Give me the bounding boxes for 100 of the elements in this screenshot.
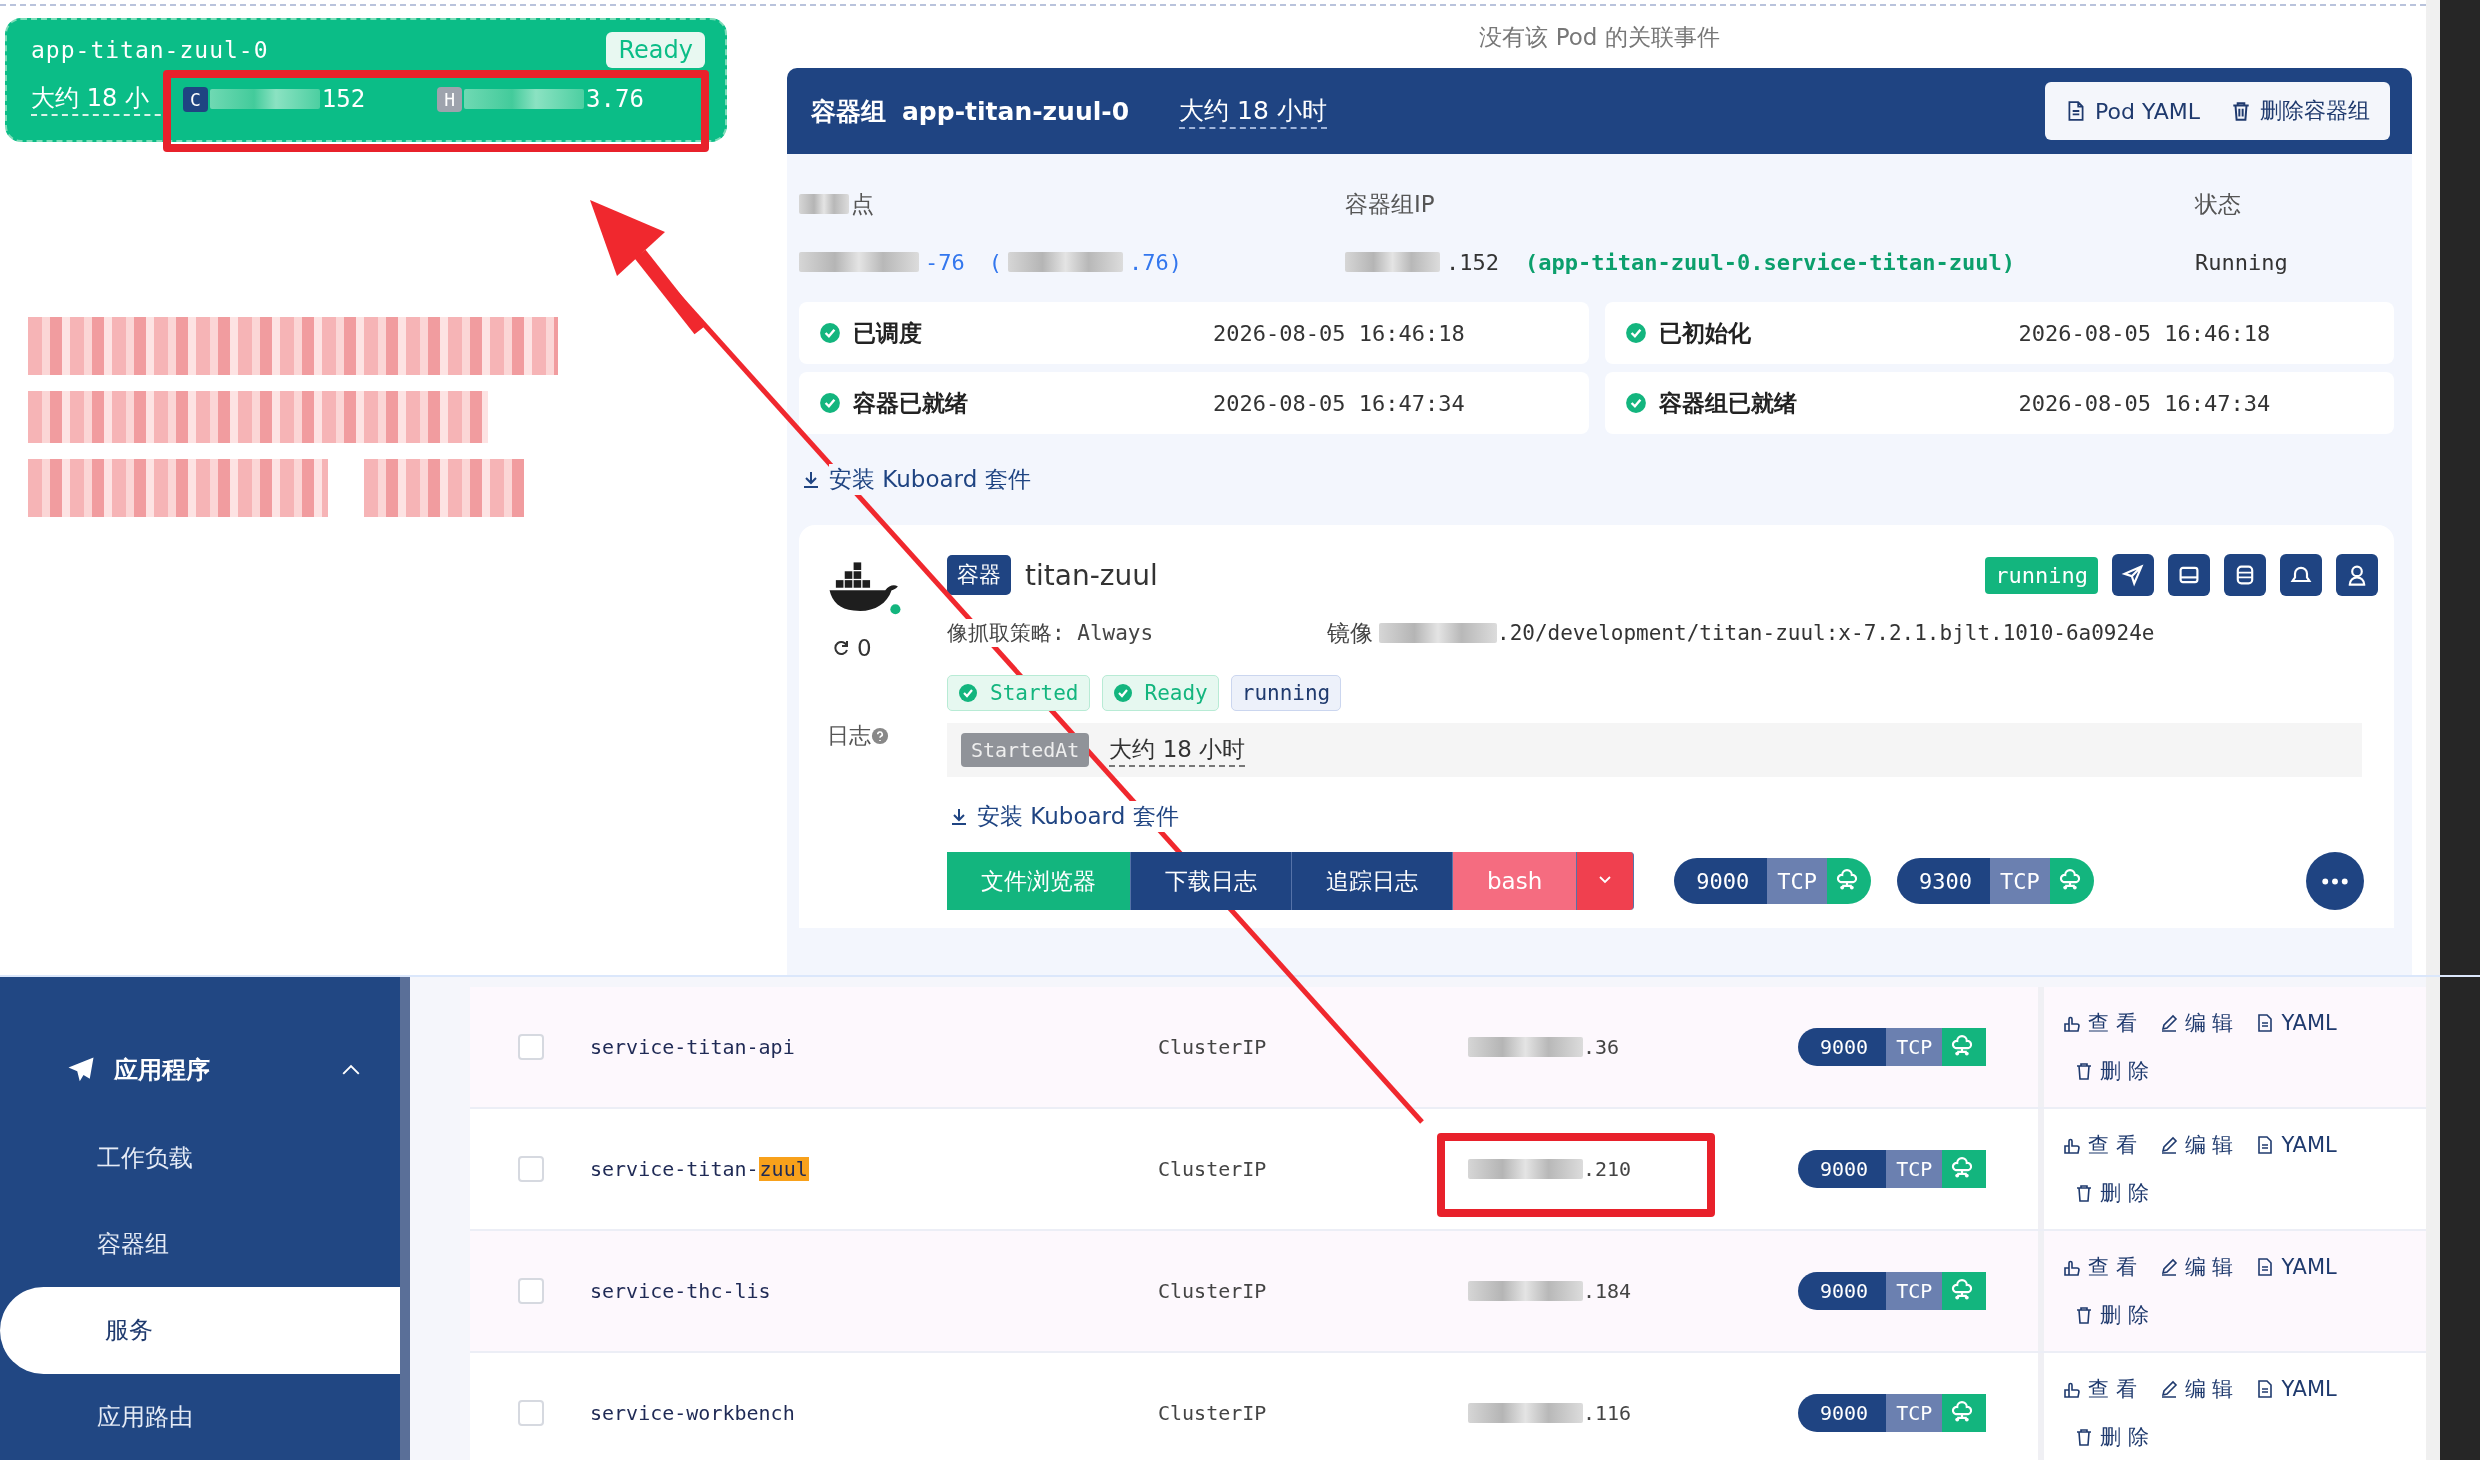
sidebar-item[interactable]: 服务 [0, 1287, 400, 1374]
row-action-link[interactable]: YAML [2255, 1009, 2337, 1037]
action-button[interactable]: 下载日志 [1131, 852, 1292, 910]
sidebar-group[interactable]: 应用程序 [0, 1026, 400, 1115]
container-ip-tag: C [183, 86, 208, 112]
host-ip-tag: H [437, 86, 463, 112]
status-tag: Ready [606, 32, 705, 68]
header-button[interactable]: 删除容器组 [2220, 88, 2380, 134]
started-tag: StartedAt [961, 733, 1090, 767]
table-cell: ClusterIP [1158, 1279, 1267, 1303]
row-action-link[interactable]: YAML [2255, 1253, 2337, 1281]
ip-text: 3.76 [586, 85, 644, 113]
row-checkbox[interactable] [518, 1400, 544, 1426]
container-kind-tag: 容器 [947, 555, 1011, 595]
table-cell: ClusterIP [1158, 1157, 1267, 1181]
row-action-link[interactable]: 查 看 [2062, 1009, 2137, 1037]
table-cell: .36 [1583, 1035, 1620, 1059]
node-link[interactable]: -76 [925, 249, 965, 275]
tool-button[interactable] [2168, 554, 2210, 596]
install-link[interactable]: 安装 Kuboard 套件 [829, 464, 1031, 495]
condition-time: 2026-08-05 16:47:34 [2018, 390, 2271, 416]
row-action-link[interactable]: YAML [2255, 1131, 2337, 1159]
condition-label: 已调度 [853, 318, 923, 348]
condition-time: 2026-08-05 16:46:18 [2018, 320, 2271, 346]
container-name: titan-zuul [1025, 558, 1158, 592]
tool-button[interactable] [2224, 554, 2266, 596]
service-name[interactable]: service-thc-lis [590, 1279, 771, 1303]
download-icon [801, 469, 821, 490]
dns-name-text: (app-titan-zuul-0.service-titan-zuul) [1525, 249, 2016, 275]
help-icon[interactable] [871, 727, 889, 745]
check-icon [958, 683, 978, 703]
send-icon [2121, 563, 2145, 587]
started-value: 大约 18 小时 [1109, 733, 1246, 767]
service-name[interactable]: service-workbench [590, 1401, 795, 1425]
pod-name: app-titan-zuul-0 [902, 96, 1130, 126]
port-pill: 9000 TCP [1798, 1028, 2038, 1066]
logs-label: 日志 [827, 722, 871, 750]
trash-icon [2074, 1183, 2094, 1203]
node-ip-link[interactable]: .76) [1129, 249, 1182, 275]
row-action-link[interactable]: 查 看 [2062, 1253, 2137, 1281]
row-action-link[interactable]: YAML [2255, 1375, 2337, 1403]
header-button[interactable]: Pod YAML [2055, 88, 2210, 134]
table-cell: .210 [1583, 1157, 1632, 1181]
tool-button[interactable] [2112, 554, 2154, 596]
row-action-link[interactable]: 编 辑 [2158, 1375, 2234, 1403]
empty-events-message: 没有该 Pod 的关联事件 [1479, 22, 1720, 52]
more-button[interactable] [2306, 852, 2364, 910]
sidebar-item[interactable]: 应用路由 [0, 1373, 400, 1460]
row-action-link[interactable]: 删 除 [2074, 1057, 2149, 1085]
image-label: 镜像 [1327, 618, 1373, 648]
status-tag: Started [947, 675, 1090, 711]
condition-time: 2026-08-05 16:47:34 [1213, 390, 1465, 416]
status-tag: Ready [1101, 675, 1219, 711]
service-name[interactable]: service-titan-api [590, 1035, 795, 1059]
sidebar-item[interactable]: 工作负载 [0, 1114, 400, 1201]
pod-name: app-titan-zuul-0 [31, 37, 269, 63]
row-action-link[interactable]: 查 看 [2062, 1375, 2137, 1403]
row-checkbox[interactable] [518, 1034, 544, 1060]
image-text: .20/development/titan-zuul:x-7.2.1.bjlt.1010-6a0924e [1497, 621, 2155, 645]
port-pill: 9000 TCP [1798, 1394, 2038, 1432]
status-text: Running [2195, 249, 2288, 275]
ip-text: 152 [321, 85, 366, 113]
state-tag: running [1985, 556, 2098, 594]
service-name[interactable]: service-titan-zuul [590, 1157, 809, 1181]
row-checkbox[interactable] [518, 1278, 544, 1304]
table-cell: ClusterIP [1158, 1401, 1267, 1425]
trash-icon [2074, 1305, 2094, 1325]
node-ip-link[interactable]: ( [988, 249, 1002, 275]
row-checkbox[interactable] [518, 1156, 544, 1182]
row-action-link[interactable]: 删 除 [2074, 1301, 2149, 1329]
table-cell: .184 [1583, 1279, 1632, 1303]
install-link[interactable]: 安装 Kuboard 套件 [977, 801, 1179, 832]
field-label: 容器组IP [1345, 189, 1435, 219]
pod-ip-text: .152 [1446, 249, 1499, 275]
dropdown-button[interactable] [1577, 852, 1635, 910]
tool-button[interactable] [2280, 554, 2322, 596]
row-action-link[interactable]: 编 辑 [2158, 1131, 2234, 1159]
pod-age: 大约 18 小 [31, 82, 171, 116]
row-action-link[interactable]: 编 辑 [2158, 1009, 2234, 1037]
row-action-link[interactable]: 删 除 [2074, 1179, 2149, 1207]
pod-age: 大约 18 小时 [1179, 93, 1327, 129]
download-icon [949, 806, 969, 827]
trash-icon [2230, 100, 2252, 122]
action-button[interactable]: 追踪日志 [1292, 852, 1453, 910]
check-icon [1112, 683, 1133, 703]
condition-label: 容器组已就绪 [1658, 388, 1798, 418]
row-action-link[interactable]: 查 看 [2062, 1131, 2137, 1159]
port-pill: 9000 TCP [1798, 1272, 2038, 1310]
tool-button[interactable] [2336, 554, 2378, 596]
condition-time: 2026-08-05 16:46:18 [1213, 320, 1465, 346]
scrollbar[interactable] [400, 977, 410, 1460]
row-action-link[interactable]: 删 除 [2074, 1423, 2149, 1451]
table-cell: .116 [1583, 1401, 1632, 1425]
sidebar-item[interactable]: 容器组 [0, 1200, 400, 1288]
status-tag: running [1230, 675, 1342, 711]
condition-label: 容器已就绪 [853, 388, 969, 418]
trash-icon [2074, 1061, 2094, 1081]
field-label: 点 [851, 189, 874, 219]
row-action-link[interactable]: 编 辑 [2158, 1253, 2234, 1281]
port-pill: 9300 TCP [1897, 858, 2094, 904]
